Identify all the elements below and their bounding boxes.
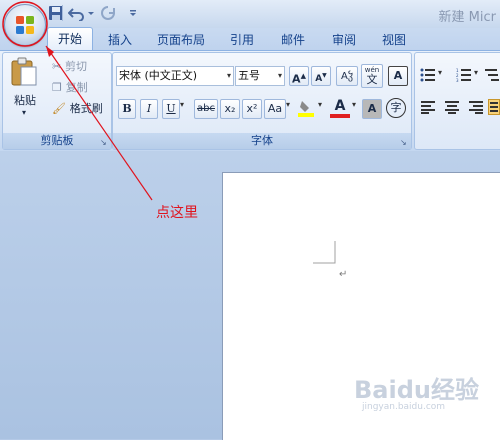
paste-icon [11, 57, 37, 86]
undo-icon[interactable] [67, 5, 84, 22]
paste-label: 粘贴 [14, 94, 36, 107]
font-color-label: A [334, 98, 346, 114]
enclose-characters-button[interactable]: 字 [386, 98, 406, 118]
tab-insert[interactable]: 插入 [108, 30, 132, 50]
dialog-launcher-icon[interactable]: ↘ [100, 138, 109, 147]
copy-button[interactable]: ❐ 复制 [52, 79, 88, 94]
tab-references[interactable]: 引用 [230, 30, 254, 50]
clear-formatting-icon: Aჴ [340, 71, 354, 82]
character-shading-button[interactable]: A [362, 99, 382, 119]
clear-formatting-button[interactable]: Aჴ [336, 66, 358, 86]
font-size-value: 五号 [238, 69, 260, 82]
paste-dropdown-icon: ▾ [22, 108, 27, 117]
cut-label: 剪切 [65, 60, 88, 73]
character-border-label: A [393, 69, 403, 82]
align-left-icon[interactable] [420, 100, 436, 114]
quick-access-separator [62, 5, 63, 21]
change-case-dropdown-icon[interactable]: ▾ [286, 100, 290, 109]
bullets-dropdown-icon[interactable]: ▾ [438, 68, 442, 77]
italic-button[interactable]: I [140, 99, 158, 119]
superscript-button[interactable]: x² [242, 99, 262, 119]
format-painter-label: 格式刷 [69, 102, 103, 115]
shrink-font-button[interactable]: A▼ [311, 66, 331, 86]
paste-button[interactable]: 粘贴 ▾ [8, 56, 42, 120]
bold-button[interactable]: B [118, 99, 136, 119]
copy-label: 复制 [65, 81, 88, 94]
font-name-select[interactable]: 宋体 (中文正文) ▾ [116, 66, 234, 86]
cut-icon: ✂ [52, 60, 62, 73]
tab-page-layout[interactable]: 页面布局 [157, 30, 205, 50]
undo-dropdown-icon[interactable] [86, 5, 96, 21]
underline-button[interactable]: U [162, 99, 180, 119]
font-dialog-launcher-icon[interactable]: ↘ [400, 138, 409, 147]
align-right-icon[interactable] [468, 100, 484, 114]
font-color-swatch [330, 114, 350, 118]
character-border-button[interactable]: A [388, 66, 408, 86]
font-size-dropdown-icon: ▾ [277, 71, 282, 80]
highlighter-icon [298, 101, 314, 117]
font-color-button[interactable]: A [330, 98, 350, 118]
justify-icon[interactable] [488, 99, 500, 115]
svg-text:3: 3 [456, 78, 459, 82]
tab-review[interactable]: 审阅 [332, 30, 356, 50]
format-painter-button[interactable]: 🖌 格式刷 [52, 100, 103, 115]
font-size-select[interactable]: 五号 ▾ [235, 66, 285, 86]
change-case-button[interactable]: Aa [264, 99, 286, 119]
subscript-button[interactable]: x₂ [220, 99, 240, 119]
window-title: 新建 Micr [438, 10, 496, 25]
clipboard-group-label: 剪贴板 [3, 133, 111, 149]
watermark-text: Baidu经验 [354, 376, 479, 404]
highlight-color-dropdown-icon[interactable]: ▾ [318, 100, 322, 109]
phonetic-guide-button[interactable]: wén 文 [361, 64, 383, 88]
font-group-label: 字体 [113, 133, 411, 149]
numbering-dropdown-icon[interactable]: ▾ [474, 68, 478, 77]
grow-font-button[interactable]: A▲ [289, 66, 309, 86]
highlight-circle [2, 1, 48, 47]
annotation-label: 点这里 [156, 205, 198, 221]
cut-button[interactable]: ✂ 剪切 [52, 58, 88, 73]
tab-mailings[interactable]: 邮件 [281, 30, 305, 50]
copy-icon: ❐ [52, 81, 62, 94]
format-painter-icon: 🖌 [52, 102, 66, 115]
redo-icon[interactable] [100, 5, 116, 21]
watermark-url: jingyan.baidu.com [362, 402, 446, 412]
multilevel-list-icon[interactable] [484, 68, 500, 82]
grow-font-label: A [292, 72, 301, 86]
numbering-icon[interactable]: 123 [456, 68, 472, 83]
paragraph-mark-icon: ↵ [339, 269, 348, 280]
highlight-color-button[interactable] [296, 98, 316, 118]
strikethrough-button[interactable]: abc [194, 99, 218, 119]
align-center-icon[interactable] [444, 100, 460, 114]
phonetic-guide-icon: 文 [366, 73, 378, 86]
bullets-icon[interactable] [420, 68, 436, 82]
customize-quick-access-icon[interactable] [128, 5, 138, 21]
font-color-dropdown-icon[interactable]: ▾ [352, 100, 356, 109]
tab-view[interactable]: 视图 [382, 30, 406, 50]
underline-dropdown-icon[interactable]: ▾ [180, 100, 184, 109]
font-name-dropdown-icon: ▾ [226, 71, 231, 80]
font-name-value: 宋体 (中文正文) [119, 69, 198, 82]
